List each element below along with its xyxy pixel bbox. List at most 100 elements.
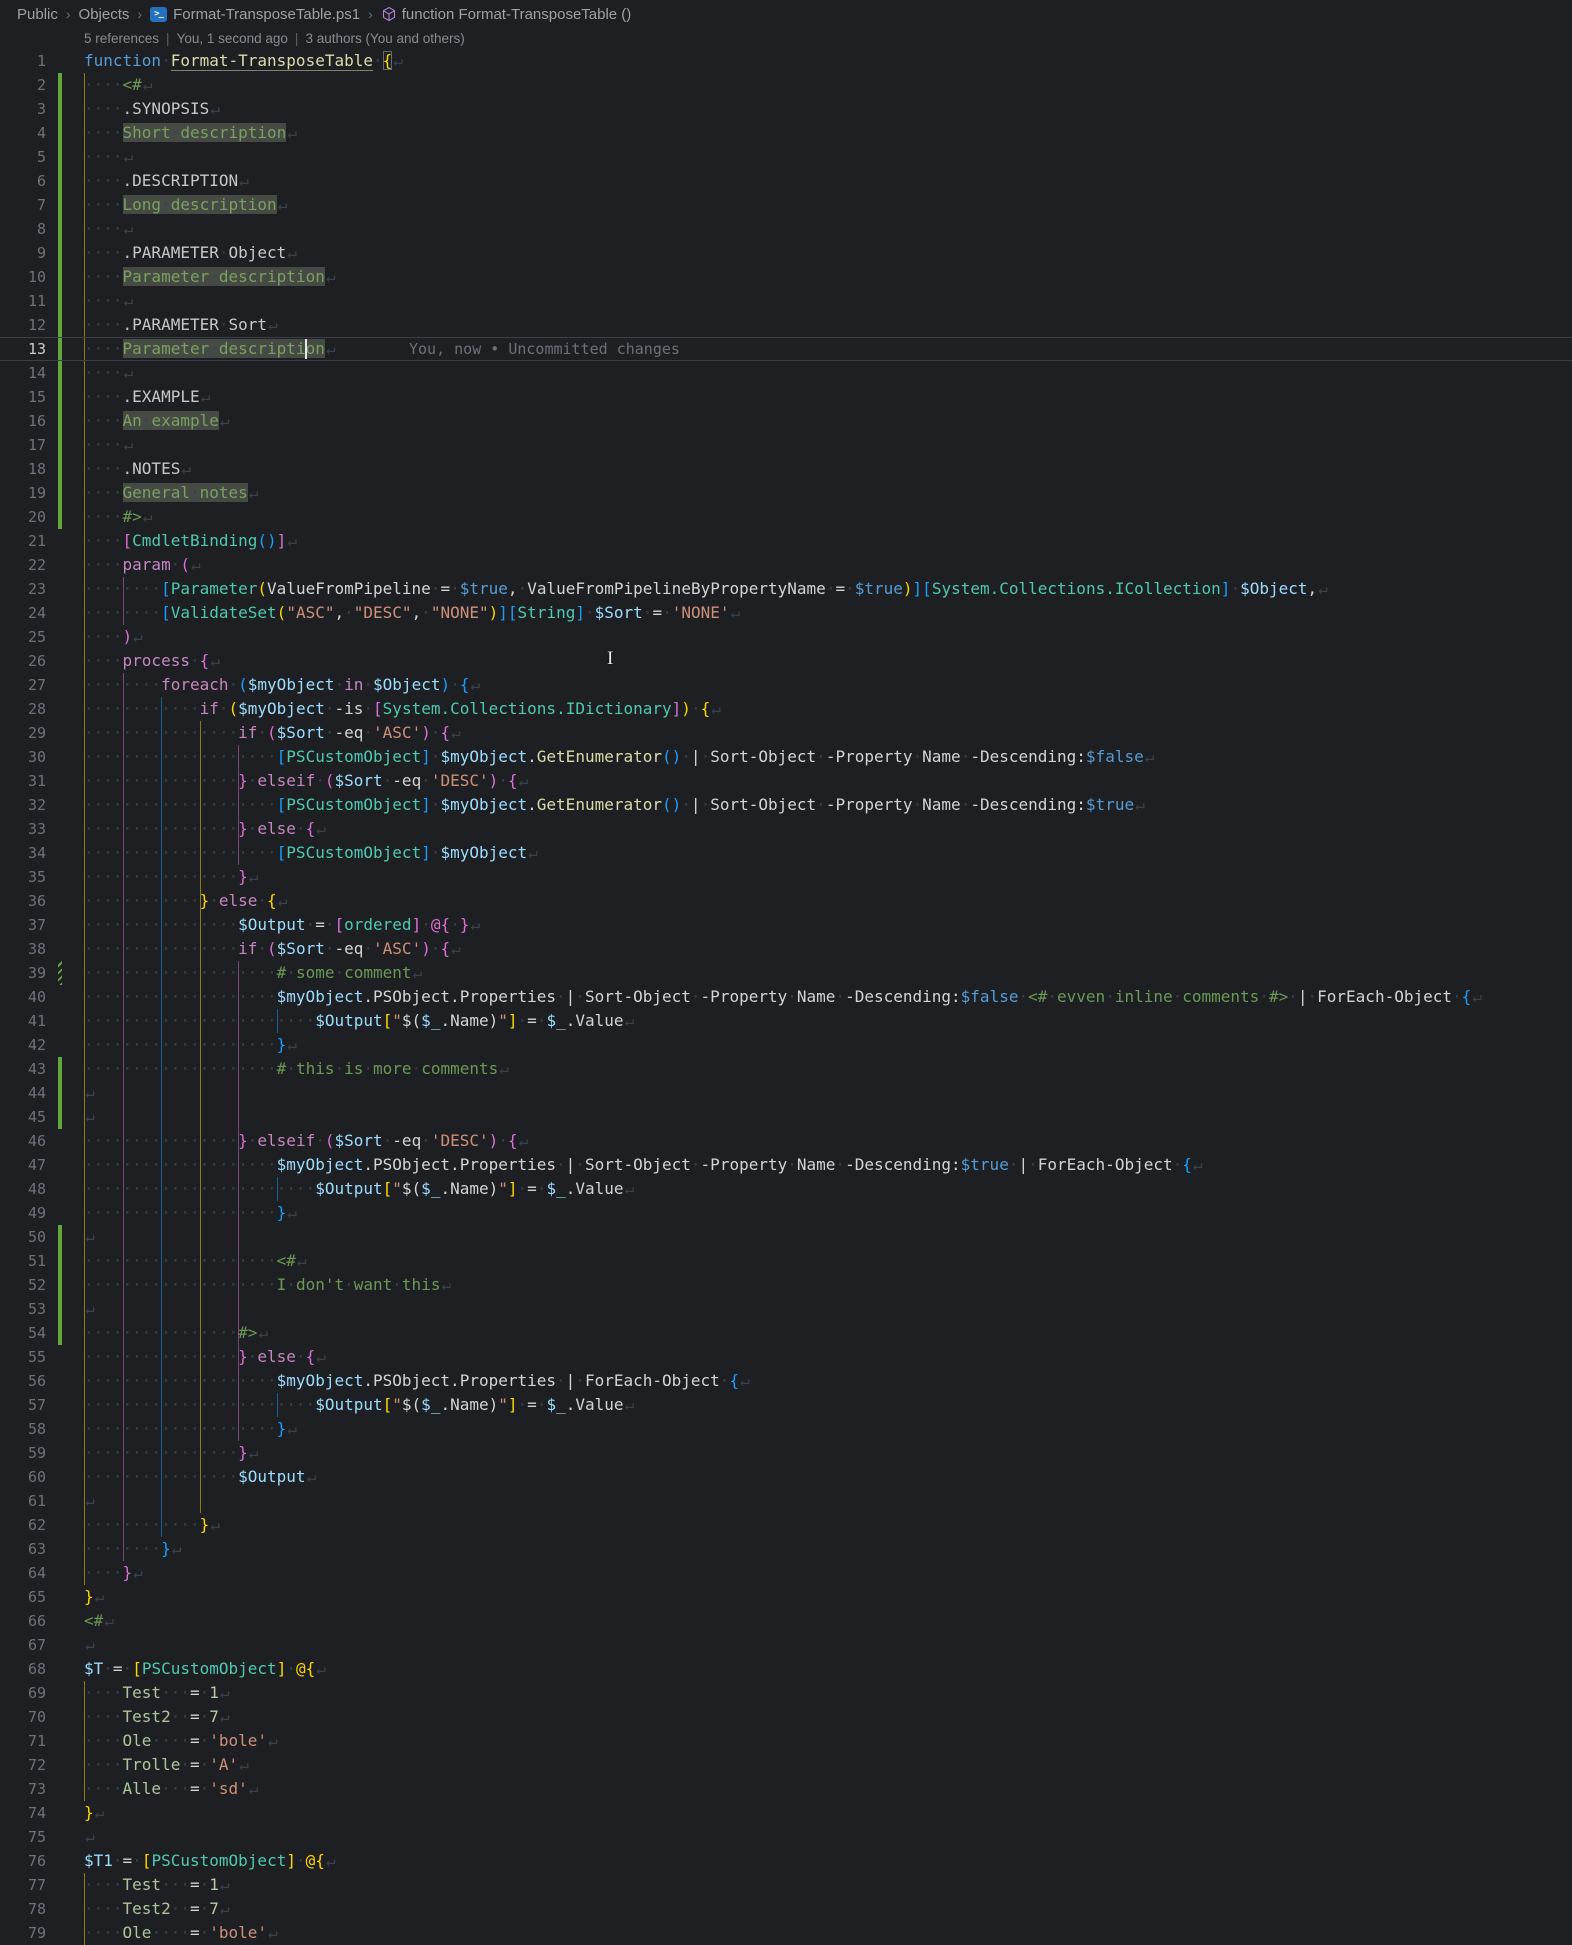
line-number[interactable]: 44: [0, 1081, 46, 1105]
code-line[interactable]: 10····Parameter·description↵: [0, 265, 1572, 289]
line-number[interactable]: 12: [0, 313, 46, 337]
line-number[interactable]: 36: [0, 889, 46, 913]
line-number[interactable]: 71: [0, 1729, 46, 1753]
snippet-placeholder[interactable]: Long·description: [123, 195, 277, 214]
line-number[interactable]: 20: [0, 505, 46, 529]
code-line[interactable]: 16 ····An·example↵: [0, 409, 1572, 433]
line-number[interactable]: 3: [0, 97, 46, 121]
line-number[interactable]: 49: [0, 1201, 46, 1225]
code-line[interactable]: 48························$Output["$($_.…: [0, 1177, 1572, 1201]
code-line[interactable]: 53↵: [0, 1297, 1572, 1321]
code-line[interactable]: 1function·Format-TransposeTable·{↵: [0, 49, 1572, 73]
line-number[interactable]: 34: [0, 841, 46, 865]
code-text[interactable]: <#↵: [84, 1609, 114, 1633]
code-text[interactable]: ················if·($Sort·-eq·'ASC')·{↵: [84, 937, 461, 961]
code-line[interactable]: 15 ····.EXAMPLE↵: [0, 385, 1572, 409]
line-number[interactable]: 67: [0, 1633, 46, 1657]
code-text[interactable]: ····.EXAMPLE↵: [84, 385, 210, 409]
line-number[interactable]: 18: [0, 457, 46, 481]
line-number[interactable]: 55: [0, 1345, 46, 1369]
line-number[interactable]: 2: [0, 73, 46, 97]
code-line[interactable]: 36 ············}·else·{↵: [0, 889, 1572, 913]
line-number[interactable]: 15: [0, 385, 46, 409]
code-line[interactable]: 5····↵: [0, 145, 1572, 169]
line-number[interactable]: 72: [0, 1753, 46, 1777]
code-line[interactable]: 34····················[PSCustomObject]·$…: [0, 841, 1572, 865]
code-text[interactable]: ························$Output["$($_.Na…: [84, 1177, 634, 1201]
codelens-blame[interactable]: You, 1 second ago: [177, 31, 288, 46]
code-line[interactable]: 32····················[PSCustomObject]·$…: [0, 793, 1572, 817]
code-text[interactable]: }↵: [84, 1801, 104, 1825]
line-number[interactable]: 4: [0, 121, 46, 145]
code-line[interactable]: 45↵: [0, 1105, 1572, 1129]
code-text[interactable]: ····················$myObject.PSObject.P…: [84, 985, 1482, 1009]
code-line[interactable]: 8····↵: [0, 217, 1572, 241]
line-number[interactable]: 40: [0, 985, 46, 1009]
line-number[interactable]: 26: [0, 649, 46, 673]
code-line[interactable]: 17····↵: [0, 433, 1572, 457]
code-text[interactable]: ····Long·description↵: [84, 193, 287, 217]
line-number[interactable]: 57: [0, 1393, 46, 1417]
code-line[interactable]: 19 ····General·notes↵: [0, 481, 1572, 505]
line-number[interactable]: 46: [0, 1129, 46, 1153]
code-text[interactable]: ····················}↵: [84, 1201, 297, 1225]
code-line[interactable]: 47····················$myObject.PSObject…: [0, 1153, 1572, 1177]
code-text[interactable]: ····.NOTES↵: [84, 457, 191, 481]
code-line[interactable]: 56····················$myObject.PSObject…: [0, 1369, 1572, 1393]
line-number[interactable]: 75: [0, 1825, 46, 1849]
snippet-placeholder[interactable]: Short·description: [123, 123, 287, 142]
code-line[interactable]: 11····↵: [0, 289, 1572, 313]
line-number[interactable]: 64: [0, 1561, 46, 1585]
code-text[interactable]: ↵: [84, 1225, 95, 1249]
line-number[interactable]: 47: [0, 1153, 46, 1177]
code-line[interactable]: 6····.DESCRIPTION↵: [0, 169, 1572, 193]
code-line[interactable]: 44 ↵: [0, 1081, 1572, 1105]
code-line[interactable]: 75↵: [0, 1825, 1572, 1849]
code-text[interactable]: ····An·example↵: [84, 409, 230, 433]
code-line[interactable]: 50 ↵: [0, 1225, 1572, 1249]
code-text[interactable]: ····General·notes↵: [84, 481, 258, 505]
code-text[interactable]: ····↵: [84, 217, 133, 241]
code-text[interactable]: ····················<#↵: [84, 1249, 307, 1273]
code-text[interactable]: ····.SYNOPSIS↵: [84, 97, 220, 121]
code-text[interactable]: ········[Parameter(ValueFromPipeline·=·$…: [84, 577, 1328, 601]
code-text[interactable]: function·Format-TransposeTable·{↵: [84, 49, 403, 73]
line-number[interactable]: 50: [0, 1225, 46, 1249]
code-line[interactable]: 46················}·elseif·($Sort·-eq·'D…: [0, 1129, 1572, 1153]
line-number[interactable]: 22: [0, 553, 46, 577]
code-line[interactable]: 9····.PARAMETER·Object↵: [0, 241, 1572, 265]
line-number[interactable]: 29: [0, 721, 46, 745]
code-text[interactable]: ····················[PSCustomObject]·$my…: [84, 745, 1154, 769]
line-number[interactable]: 19: [0, 481, 46, 505]
code-line[interactable]: 7 ····Long·description↵: [0, 193, 1572, 217]
line-number[interactable]: 9: [0, 241, 46, 265]
code-line[interactable]: 3 ····.SYNOPSIS↵: [0, 97, 1572, 121]
code-line[interactable]: 69····Test···=·1↵: [0, 1681, 1572, 1705]
code-text[interactable]: ············}·else·{↵: [84, 889, 287, 913]
line-number[interactable]: 16: [0, 409, 46, 433]
line-number[interactable]: 10: [0, 265, 46, 289]
code-text[interactable]: ····Trolle·=·'A'↵: [84, 1753, 249, 1777]
code-line[interactable]: 28············if·($myObject·-is·[System.…: [0, 697, 1572, 721]
code-text[interactable]: ····················}↵: [84, 1033, 297, 1057]
code-text[interactable]: ↵: [84, 1081, 95, 1105]
code-line[interactable]: 74}↵: [0, 1801, 1572, 1825]
line-number[interactable]: 5: [0, 145, 46, 169]
code-text[interactable]: ················$Output·=·[ordered]·@{·}…: [84, 913, 480, 937]
code-text[interactable]: ····Ole····=·'bole'↵: [84, 1729, 278, 1753]
code-text[interactable]: ····Short·description↵: [84, 121, 297, 145]
line-number[interactable]: 41: [0, 1009, 46, 1033]
line-number[interactable]: 21: [0, 529, 46, 553]
code-text[interactable]: ····[CmdletBinding()]↵: [84, 529, 297, 553]
line-number[interactable]: 17: [0, 433, 46, 457]
line-number[interactable]: 25: [0, 625, 46, 649]
line-number[interactable]: 30: [0, 745, 46, 769]
line-number[interactable]: 54: [0, 1321, 46, 1345]
code-line[interactable]: 22····param·(↵: [0, 553, 1572, 577]
code-text[interactable]: ····↵: [84, 361, 133, 385]
line-number[interactable]: 7: [0, 193, 46, 217]
code-line[interactable]: 73····Alle···=·'sd'↵: [0, 1777, 1572, 1801]
code-text[interactable]: ····Ole····=·'bole'↵: [84, 1921, 278, 1945]
code-line[interactable]: 66<#↵: [0, 1609, 1572, 1633]
code-line[interactable]: 14····↵: [0, 361, 1572, 385]
